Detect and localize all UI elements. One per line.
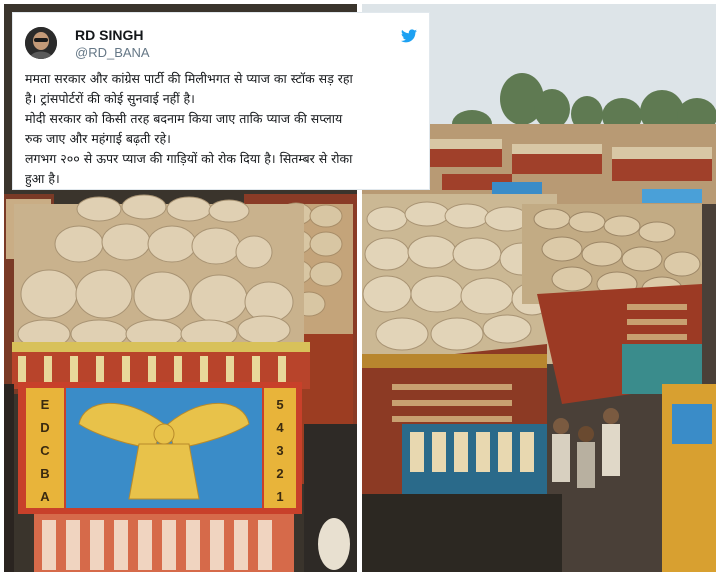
tweet-card: RD SINGH @RD_BANA ममता सरकार और कांग्रेस… <box>12 12 430 190</box>
truck-letter: A <box>40 489 50 504</box>
truck-letter: D <box>40 420 49 435</box>
tweet-line: लगभग २०० से ऊपर प्याज की गाड़ियों को रोक… <box>25 151 353 166</box>
tweet-line: है। ट्रांसपोर्टरों की कोई सुनवाई नहीं है… <box>25 91 195 106</box>
tweet-line: रुक जाए और महंगाई बढ़ती रहे। <box>25 131 171 146</box>
truck-number: 1 <box>276 489 283 504</box>
truck-number: 3 <box>276 443 283 458</box>
tweet-line: हुआ है। <box>25 171 60 186</box>
truck-letter: C <box>40 443 50 458</box>
truck-number: 2 <box>276 466 283 481</box>
truck-number: 5 <box>276 397 283 412</box>
avatar[interactable] <box>25 27 57 59</box>
twitter-bird-icon[interactable] <box>401 29 417 43</box>
truck-number: 4 <box>276 420 284 435</box>
avatar-photo-icon <box>25 27 57 59</box>
tweet-line: मोदी सरकार को किसी तरह बदनाम किया जाए ता… <box>25 111 343 126</box>
tweet-text: ममता सरकार और कांग्रेस पार्टी की मिलीभगत… <box>25 69 423 189</box>
author-name[interactable]: RD SINGH <box>75 27 143 43</box>
truck-letter: E <box>41 397 50 412</box>
truck-letter: B <box>40 466 49 481</box>
tweet-line: ममता सरकार और कांग्रेस पार्टी की मिलीभगत… <box>25 71 353 86</box>
author-handle[interactable]: @RD_BANA <box>75 45 150 60</box>
